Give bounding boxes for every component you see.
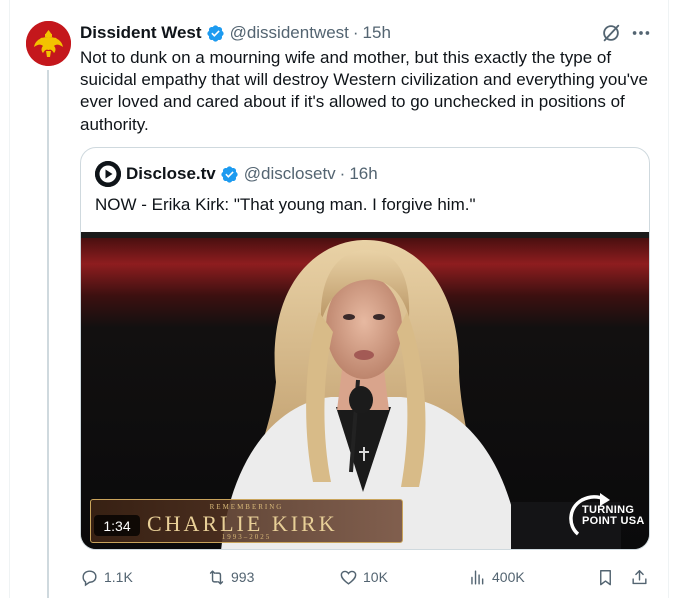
quoted-post-text: NOW - Erika Kirk: "That young man. I for… — [95, 195, 476, 214]
quoted-author-avatar — [95, 161, 121, 187]
repost-count: 993 — [231, 569, 255, 585]
reply-icon — [82, 569, 97, 586]
repost-button[interactable]: 993 — [207, 566, 254, 588]
reply-button[interactable]: 1.1K — [80, 566, 133, 588]
turning-point-text: TURNING POINT USA — [582, 505, 645, 527]
quoted-post-header: Disclose.tv @disclosetv · 16h — [95, 161, 378, 187]
quoted-post[interactable]: Disclose.tv @disclosetv · 16h NOW - Erik… — [80, 147, 650, 550]
bookmark-icon — [600, 569, 611, 585]
thread-connector-line — [47, 70, 49, 598]
turning-point-logo: TURNING POINT USA — [564, 490, 648, 542]
more-icon[interactable] — [630, 22, 652, 44]
like-count: 10K — [363, 569, 388, 585]
post-timestamp[interactable]: 15h — [363, 23, 391, 43]
column-border-right — [668, 0, 669, 598]
separator-dot: · — [339, 164, 346, 183]
author-avatar[interactable] — [26, 21, 71, 66]
post-text: Not to dunk on a mourning wife and mothe… — [80, 48, 648, 134]
separator-dot: · — [352, 23, 359, 42]
like-icon — [340, 570, 357, 585]
quoted-author-name: Disclose.tv — [126, 164, 216, 183]
column-border-left — [9, 0, 10, 598]
view-count: 400K — [492, 569, 525, 585]
views-button[interactable]: 400K — [468, 566, 525, 588]
reply-count: 1.1K — [104, 569, 133, 585]
grok-icon[interactable] — [600, 22, 622, 44]
author-name[interactable]: Dissident West — [80, 23, 202, 43]
author-handle[interactable]: @dissidentwest — [230, 23, 349, 43]
post-action-bar: 1.1K 993 10K 400K — [80, 566, 652, 588]
post-header: Dissident West @dissidentwest · 15h — [80, 22, 391, 44]
verified-badge-icon — [206, 24, 224, 42]
repost-icon — [209, 569, 224, 585]
share-icon — [632, 569, 647, 584]
video-duration-badge: 1:34 — [94, 515, 140, 536]
views-icon — [471, 569, 484, 585]
quoted-author-handle: @disclosetv — [243, 164, 336, 183]
turning-point-line2: POINT USA — [582, 515, 645, 527]
quoted-post-timestamp: 16h — [349, 164, 378, 183]
banner-subtitle: REMEMBERING — [209, 503, 284, 511]
verified-badge-icon — [221, 165, 238, 183]
share-button[interactable] — [630, 566, 654, 588]
like-button[interactable]: 10K — [339, 566, 388, 588]
video-player[interactable]: REMEMBERING CHARLIE KIRK 1993–2025 1:34 … — [81, 232, 649, 549]
bookmark-button[interactable] — [596, 566, 620, 588]
